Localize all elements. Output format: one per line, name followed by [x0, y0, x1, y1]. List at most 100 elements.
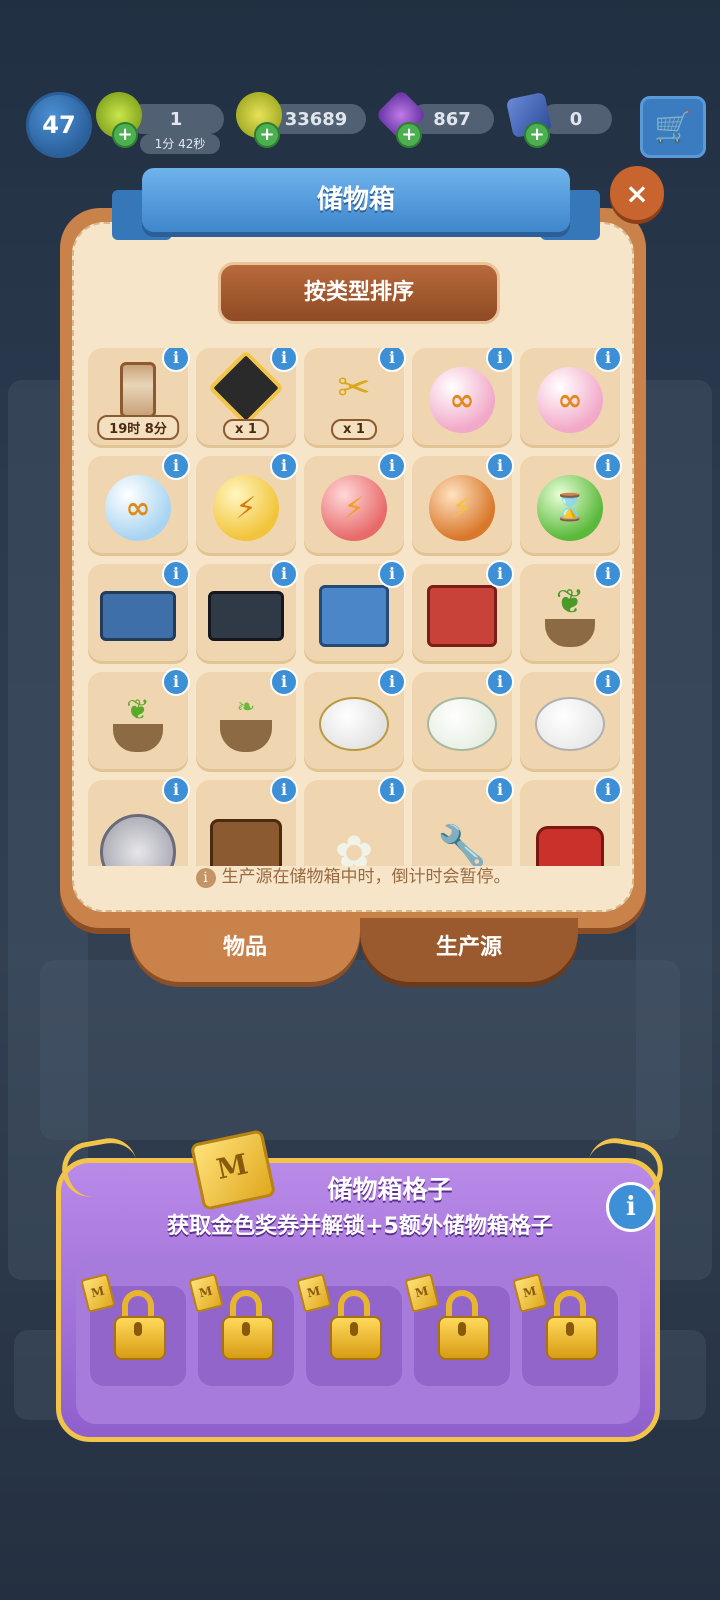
storage-cell[interactable]: ⚡ i	[196, 452, 298, 556]
locked-slot[interactable]: M	[512, 1273, 618, 1386]
timer-badge: 19时 8分	[97, 415, 179, 440]
red-chest-icon	[536, 826, 604, 866]
locked-slot[interactable]: M	[296, 1273, 402, 1386]
lock-keyhole	[242, 1322, 250, 1336]
storage-cell[interactable]: ❦ i	[520, 560, 622, 664]
storage-cell[interactable]: ∞ i	[88, 452, 190, 556]
plus-icon: +	[117, 124, 133, 145]
storage-cell[interactable]: ⚡ i	[412, 452, 514, 556]
lock-shackle	[338, 1290, 370, 1318]
plant-icon: ❦	[545, 585, 595, 647]
wrench-icon: 🔧	[437, 823, 487, 867]
storage-cell[interactable]: i	[196, 776, 298, 866]
storage-cell[interactable]: i	[304, 668, 406, 772]
info-icon[interactable]: i	[378, 776, 406, 804]
locked-slot[interactable]: M	[404, 1273, 510, 1386]
energy-plus-button[interactable]: +	[112, 122, 138, 148]
storage-cell[interactable]: i	[196, 560, 298, 664]
storage-cell[interactable]: ⚡ i	[304, 452, 406, 556]
tab-producers[interactable]: 生产源	[360, 918, 578, 982]
close-icon: ×	[625, 176, 649, 210]
storage-cell[interactable]: 🔧 i	[412, 776, 514, 867]
storage-cell[interactable]: i	[412, 668, 514, 772]
tab-items[interactable]: 物品	[130, 918, 360, 982]
info-icon[interactable]: i	[270, 452, 298, 480]
close-button[interactable]: ×	[610, 166, 664, 220]
energy-counter: 1	[128, 104, 224, 134]
info-icon[interactable]: i	[486, 348, 514, 372]
info-icon[interactable]: i	[162, 348, 190, 372]
info-icon[interactable]: i	[162, 776, 190, 804]
storage-cell[interactable]: ❧ i	[196, 668, 298, 772]
energy-timer: 1分 42秒	[140, 134, 220, 154]
storage-cell[interactable]: i	[304, 560, 406, 664]
piggy-bank-icon	[535, 697, 605, 751]
toolbox-icon	[100, 591, 176, 641]
cards-plus-button[interactable]: +	[524, 122, 550, 148]
info-icon[interactable]: i	[594, 452, 622, 480]
info-icon[interactable]: i	[270, 776, 298, 804]
storage-title-ribbon: 储物箱	[112, 168, 600, 246]
slots-info-button[interactable]: i	[606, 1182, 656, 1232]
quantity-badge: x 1	[331, 419, 377, 440]
cart-icon: 🛒	[654, 109, 692, 145]
storage-cell[interactable]: ✂ x 1 i	[304, 348, 406, 448]
tool-bucket-icon	[210, 819, 282, 866]
infinity-orb-icon: ∞	[429, 367, 495, 433]
info-icon[interactable]: i	[486, 560, 514, 588]
info-icon[interactable]: i	[486, 776, 514, 804]
storage-item-grid[interactable]: 19时 8分 i x 1 i ✂ x 1 i ∞ i ∞ i ∞ i ⚡ i ⚡…	[88, 348, 632, 866]
info-icon[interactable]: i	[378, 452, 406, 480]
info-icon[interactable]: i	[162, 452, 190, 480]
cards-value: 0	[569, 108, 583, 130]
coins-plus-button[interactable]: +	[254, 122, 280, 148]
lock-shackle	[122, 1290, 154, 1318]
lock-keyhole	[134, 1322, 142, 1336]
storage-cell[interactable]: i	[520, 776, 622, 866]
toolbox-icon	[319, 585, 389, 647]
info-icon[interactable]: i	[378, 560, 406, 588]
info-icon[interactable]: i	[162, 668, 190, 696]
hourglass-icon	[120, 362, 156, 418]
info-icon[interactable]: i	[486, 668, 514, 696]
storage-cell[interactable]: x 1 i	[196, 348, 298, 448]
info-icon[interactable]: i	[270, 668, 298, 696]
storage-cell[interactable]: i	[412, 560, 514, 664]
lightning-orb-icon: ⚡	[321, 475, 387, 541]
storage-cell[interactable]: i	[88, 776, 190, 866]
piggy-bank-icon	[319, 697, 389, 751]
storage-cell[interactable]: 19时 8分 i	[88, 348, 190, 448]
sort-by-type-button[interactable]: 按类型排序	[218, 262, 500, 324]
plant-icon: ❦	[113, 696, 163, 752]
player-level-badge[interactable]: 47	[26, 92, 92, 158]
shop-cart-button[interactable]: 🛒	[640, 96, 706, 158]
gems-value: 867	[433, 108, 471, 130]
scissors-icon: ✂	[337, 365, 371, 411]
storage-cell[interactable]: ❦ i	[88, 668, 190, 772]
lock-shackle	[446, 1290, 478, 1318]
info-icon[interactable]: i	[594, 348, 622, 372]
info-icon[interactable]: i	[270, 348, 298, 372]
storage-cell[interactable]: ∞ i	[412, 348, 514, 448]
info-icon[interactable]: i	[378, 668, 406, 696]
locked-slot[interactable]: M	[188, 1273, 294, 1386]
info-icon[interactable]: i	[270, 560, 298, 588]
storage-cell[interactable]: ∞ i	[520, 348, 622, 448]
info-icon[interactable]: i	[594, 668, 622, 696]
info-icon[interactable]: i	[594, 560, 622, 588]
storage-cell[interactable]: ⌛ i	[520, 452, 622, 556]
storage-cell[interactable]: i	[88, 560, 190, 664]
infinity-orb-icon: ∞	[537, 367, 603, 433]
lock-keyhole	[350, 1322, 358, 1336]
gems-plus-button[interactable]: +	[396, 122, 422, 148]
info-icon[interactable]: i	[594, 776, 622, 804]
info-icon: i	[195, 868, 216, 888]
info-icon[interactable]: i	[378, 348, 406, 372]
info-icon[interactable]: i	[486, 452, 514, 480]
storage-cell[interactable]: ✿ i	[304, 776, 406, 866]
info-icon[interactable]: i	[162, 560, 190, 588]
lock-keyhole	[458, 1322, 466, 1336]
storage-cell[interactable]: i	[520, 668, 622, 772]
coins-value: 33689	[284, 108, 348, 130]
locked-slot[interactable]: M	[80, 1273, 186, 1386]
